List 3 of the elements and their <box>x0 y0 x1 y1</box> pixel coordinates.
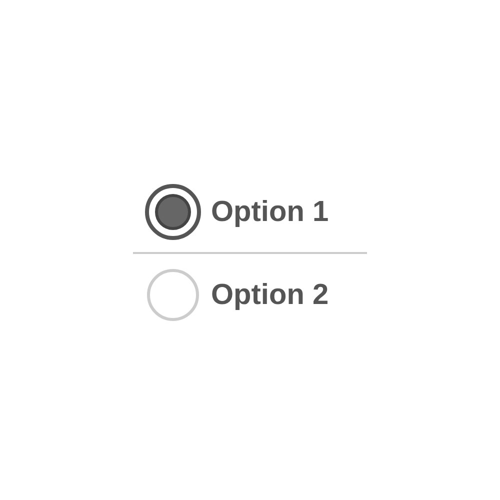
radio-button[interactable] <box>145 184 201 240</box>
option-label: Option 1 <box>211 196 329 228</box>
option-label: Option 2 <box>211 278 329 312</box>
